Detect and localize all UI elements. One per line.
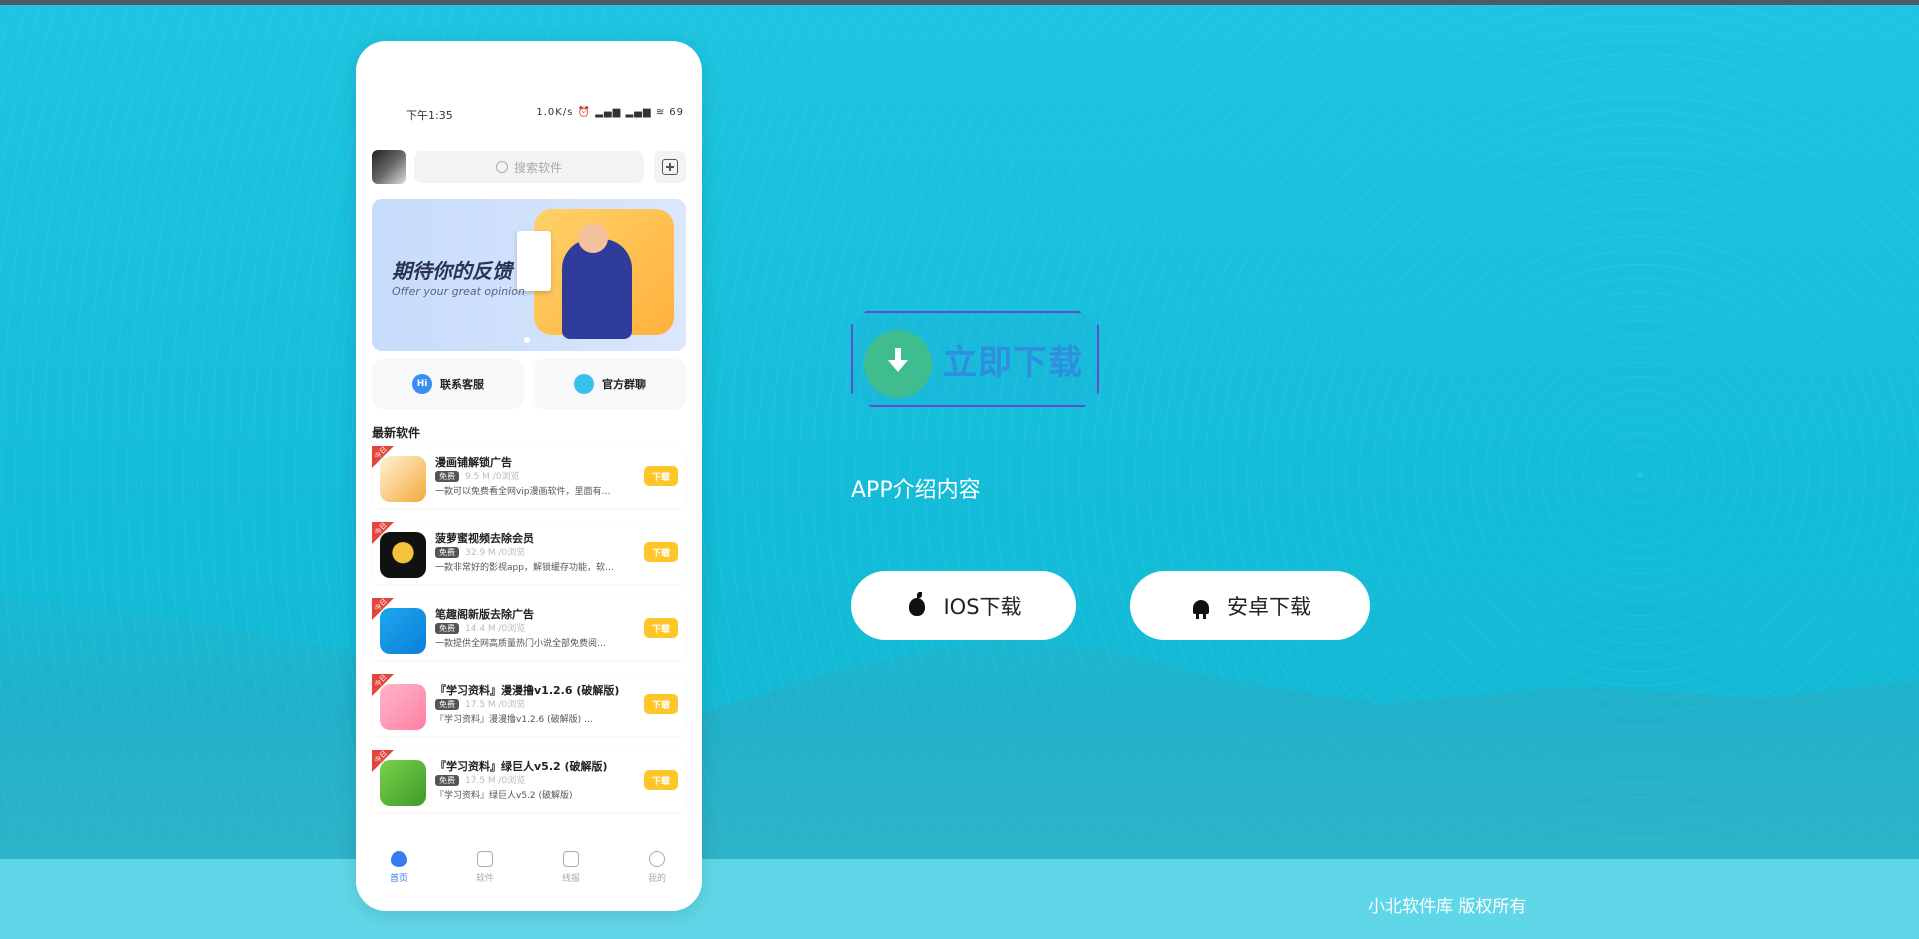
android-download-button[interactable]: 安卓下载 xyxy=(1130,571,1370,640)
bookmark-icon xyxy=(563,851,579,867)
search-placeholder: 搜索软件 xyxy=(513,160,562,175)
plus-icon xyxy=(662,159,678,175)
app-meta: 免费 14.4 M /0浏览 xyxy=(435,621,525,634)
app-desc: 一款非常好的影视app，解锁缓存功能，软… xyxy=(435,563,614,573)
list-item[interactable]: 今日 『学习资料』漫漫撸v1.2.6 (破解版) 免费 17.5 M /0浏览 『… xyxy=(372,674,686,736)
mmlu-app-icon xyxy=(380,684,426,730)
status-time: 下午1:35 xyxy=(406,109,453,122)
download-icon xyxy=(864,330,932,398)
banner-person-illustration xyxy=(562,239,632,339)
free-badge: 免费 xyxy=(435,623,459,634)
banner-title: 期待你的反馈 xyxy=(392,259,512,283)
app-intro: APP介绍内容 xyxy=(851,478,981,503)
footer xyxy=(0,859,1919,939)
download-button[interactable]: 下载 xyxy=(644,694,678,714)
free-badge: 免费 xyxy=(435,775,459,786)
tab-bar: 首页 软件 线报 我的 xyxy=(356,841,702,893)
quick-link-customer-service[interactable]: Hi 联系客服 xyxy=(372,359,524,409)
hi-bubble-icon: Hi xyxy=(412,374,432,394)
search-input[interactable]: 搜索软件 xyxy=(414,151,644,183)
avatar[interactable] xyxy=(372,150,406,184)
section-title: 最新软件 xyxy=(372,426,421,440)
app-desc: 一款可以免费看全网vip漫画软件，里面有… xyxy=(435,487,611,497)
download-button[interactable]: 下载 xyxy=(644,770,678,790)
cta-label: 立即下载 xyxy=(943,343,1083,383)
app-meta: 免费 17.5 M /0浏览 xyxy=(435,697,525,710)
search-icon xyxy=(495,161,508,173)
manga-app-icon xyxy=(380,456,426,502)
ios-download-button[interactable]: IOS下载 xyxy=(851,571,1076,640)
free-badge: 免费 xyxy=(435,547,459,558)
status-icons: 1.0K/s ⏰ ▂▄▆ ▂▄▆ ≋ 69 xyxy=(536,107,684,118)
search-row: 搜索软件 xyxy=(372,149,686,185)
tab-news[interactable]: 线报 xyxy=(546,851,596,884)
list-item[interactable]: 今日 菠萝蜜视频去除会员 免费 32.9 M /0浏览 一款非常好的影视app，解… xyxy=(372,522,686,584)
tab-home[interactable]: 首页 xyxy=(374,851,424,884)
list-item[interactable]: 今日 漫画铺解锁广告 免费 9.5 M /0浏览 一款可以免费看全网vip漫画软件… xyxy=(372,446,686,508)
quick-link-group-chat[interactable]: 官方群聊 xyxy=(534,359,686,409)
hulk-app-icon xyxy=(380,760,426,806)
footer-copyright: 小北软件库 版权所有 xyxy=(1368,897,1527,917)
feedback-banner[interactable]: 期待你的反馈 Offer your great opinion xyxy=(372,199,686,351)
app-desc: 『学习资料』绿巨人v5.2 (破解版) xyxy=(435,791,573,801)
apple-icon xyxy=(905,591,929,618)
app-desc: 『学习资料』漫漫撸v1.2.6 (破解版) … xyxy=(435,715,593,725)
banner-pager-dot[interactable] xyxy=(524,337,530,343)
android-download-label: 安卓下载 xyxy=(1227,594,1311,619)
download-button[interactable]: 下载 xyxy=(644,618,678,638)
app-desc: 一款提供全网高质量热门小说全部免费阅… xyxy=(435,639,607,649)
download-now-button[interactable]: 立即下载 xyxy=(851,305,1099,410)
free-badge: 免费 xyxy=(435,699,459,710)
quick-link-label: 官方群聊 xyxy=(602,378,646,391)
app-meta: 免费 32.9 M /0浏览 xyxy=(435,545,525,558)
list-item[interactable]: 今日 笔趣阁新版去除广告 免费 14.4 M /0浏览 一款提供全网高质量热门小说… xyxy=(372,598,686,660)
tab-mine[interactable]: 我的 xyxy=(632,851,682,884)
app-name: 漫画铺解锁广告 xyxy=(435,456,512,469)
app-meta: 免费 9.5 M /0浏览 xyxy=(435,469,520,482)
status-bar: 下午1:35 1.0K/s ⏰ ▂▄▆ ▂▄▆ ≋ 69 xyxy=(356,107,702,127)
android-icon xyxy=(1189,594,1213,619)
ios-download-label: IOS下载 xyxy=(943,594,1022,619)
phone-mockup: 下午1:35 1.0K/s ⏰ ▂▄▆ ▂▄▆ ≋ 69 搜索软件 期待你的反馈… xyxy=(356,41,702,911)
heart-icon xyxy=(391,851,407,867)
tab-software[interactable]: 软件 xyxy=(460,851,510,884)
app-name: 『学习资料』绿巨人v5.2 (破解版) xyxy=(435,760,608,773)
app-name: 菠萝蜜视频去除会员 xyxy=(435,532,534,545)
free-badge: 免费 xyxy=(435,471,459,482)
download-button[interactable]: 下载 xyxy=(644,466,678,486)
quick-link-label: 联系客服 xyxy=(440,378,484,391)
banner-subtitle: Offer your great opinion xyxy=(392,285,525,298)
chat-bubbles-icon xyxy=(574,374,594,394)
download-button[interactable]: 下载 xyxy=(644,542,678,562)
biquge-app-icon xyxy=(380,608,426,654)
app-name: 笔趣阁新版去除广告 xyxy=(435,608,534,621)
banner-person-head xyxy=(578,223,608,253)
bag-icon xyxy=(477,851,493,867)
app-meta: 免费 17.5 M /0浏览 xyxy=(435,773,525,786)
list-item[interactable]: 今日 『学习资料』绿巨人v5.2 (破解版) 免费 17.5 M /0浏览 『学习… xyxy=(372,750,686,812)
pineapple-app-icon xyxy=(380,532,426,578)
add-button[interactable] xyxy=(654,151,686,183)
profile-icon xyxy=(649,851,665,867)
app-list: 今日 漫画铺解锁广告 免费 9.5 M /0浏览 一款可以免费看全网vip漫画软件… xyxy=(372,446,686,826)
banner-paper-illustration xyxy=(517,231,551,291)
app-name: 『学习资料』漫漫撸v1.2.6 (破解版) xyxy=(435,684,620,697)
